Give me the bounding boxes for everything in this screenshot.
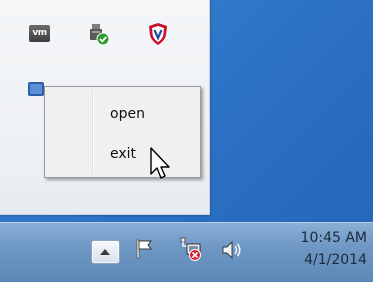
show-hidden-icons-button[interactable]	[91, 240, 120, 264]
mcafee-shield-icon[interactable]	[147, 22, 171, 46]
action-center-flag-icon[interactable]	[134, 238, 156, 260]
network-disconnected-icon[interactable]	[178, 236, 204, 262]
taskbar: 10:45 AM 4/1/2014	[0, 222, 373, 282]
menu-item-open[interactable]: open	[48, 102, 197, 126]
mouse-pointer-icon	[150, 147, 170, 179]
tray-context-menu: open exit	[44, 86, 201, 178]
volume-icon[interactable]	[221, 239, 245, 261]
chevron-up-icon	[100, 249, 110, 255]
clock-date[interactable]: 4/1/2014	[304, 252, 367, 268]
usb-safe-remove-icon[interactable]	[86, 22, 110, 46]
menu-item-exit-label: exit	[110, 146, 137, 162]
clock-time[interactable]: 10:45 AM	[301, 230, 367, 246]
vmware-icon[interactable]: vm	[29, 25, 50, 42]
menu-item-open-label: open	[110, 106, 145, 122]
